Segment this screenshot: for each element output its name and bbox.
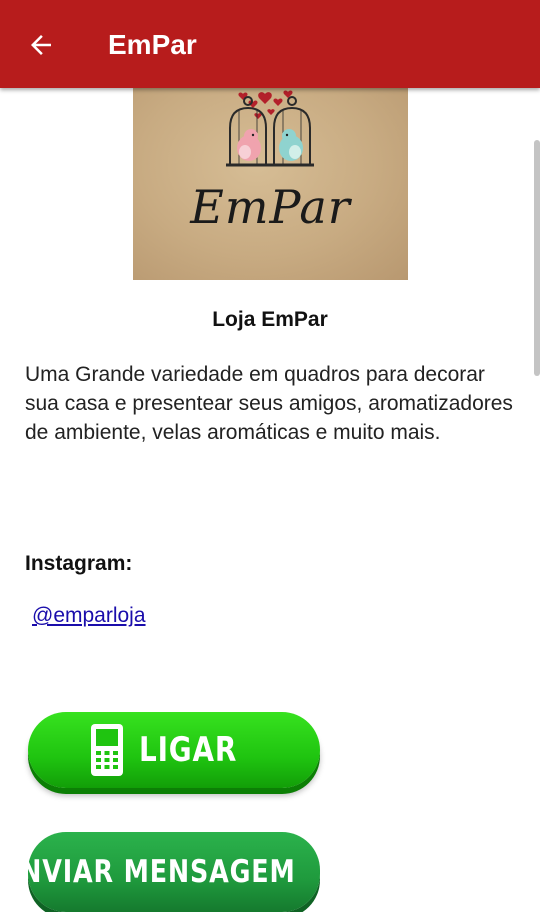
app-title: EmPar bbox=[108, 29, 197, 60]
send-message-button-label: ENVIAR MENSAGEM bbox=[1, 854, 296, 890]
call-button[interactable]: LIGAR bbox=[28, 712, 320, 788]
logo-wordmark: EmPar bbox=[190, 180, 351, 234]
send-message-button[interactable]: ENVIAR MENSAGEM bbox=[2, 832, 320, 912]
store-description: Uma Grande variedade em quadros para dec… bbox=[25, 363, 513, 444]
arrow-left-icon bbox=[31, 35, 51, 55]
phone-icon bbox=[91, 724, 124, 776]
store-name: Loja EmPar bbox=[212, 308, 328, 331]
instagram-label: Instagram: bbox=[25, 552, 133, 575]
call-button-label: LIGAR bbox=[139, 730, 238, 770]
scrollbar[interactable] bbox=[534, 140, 540, 376]
back-button[interactable] bbox=[24, 28, 58, 62]
instagram-link[interactable]: @emparloja bbox=[32, 604, 146, 628]
app-bar: EmPar bbox=[0, 0, 540, 88]
store-logo: EmPar bbox=[133, 88, 408, 280]
